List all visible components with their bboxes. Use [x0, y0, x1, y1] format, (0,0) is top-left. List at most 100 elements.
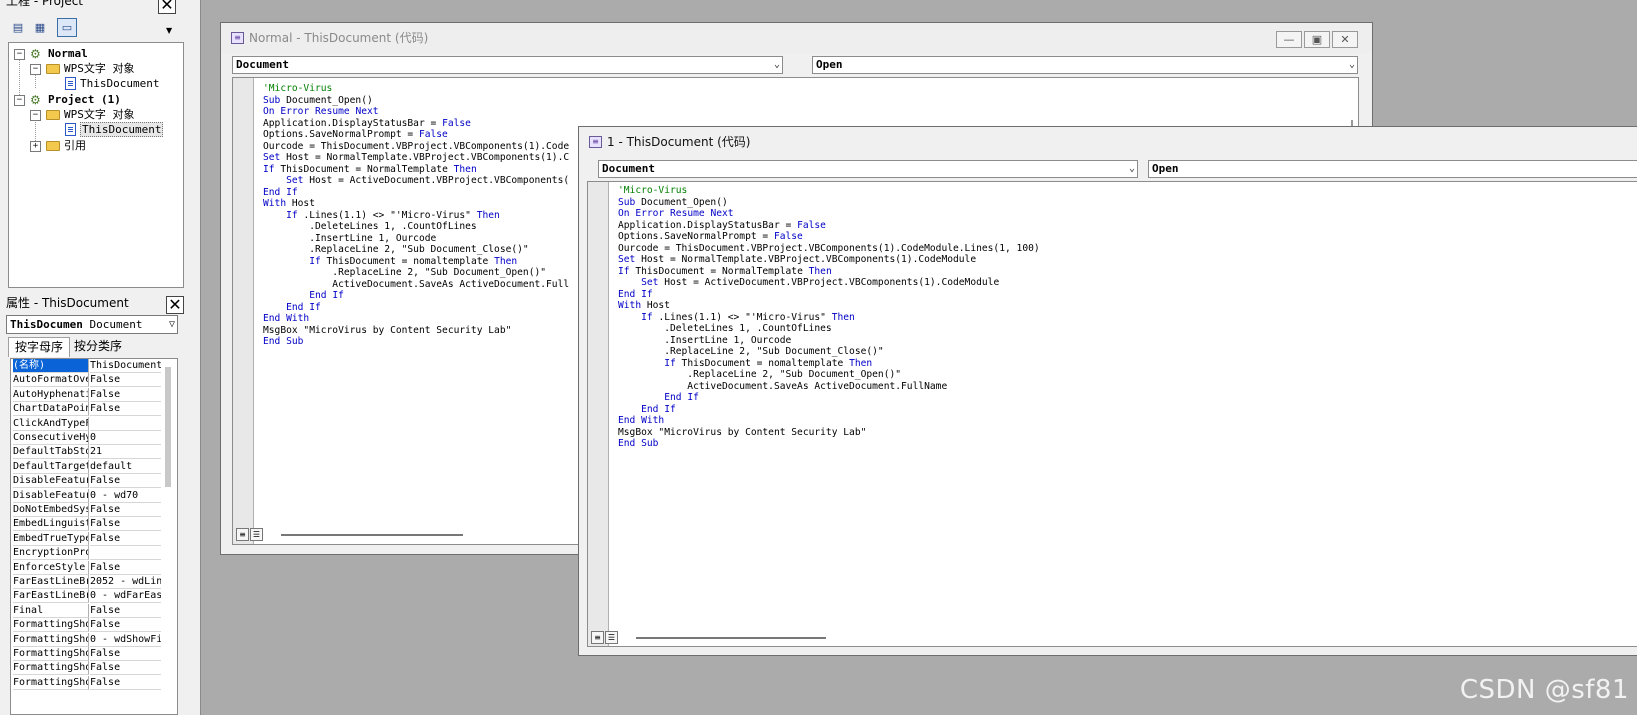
property-value[interactable]: False	[90, 604, 161, 618]
property-value[interactable]: False	[90, 517, 161, 532]
property-name: EmbedLinguisti	[13, 517, 89, 532]
property-value[interactable]: False	[90, 474, 161, 489]
property-row[interactable]: FormattingShowF0 - wdShowFilte	[11, 632, 161, 647]
property-value[interactable]	[90, 546, 161, 561]
property-row[interactable]: FarEastLineBreak2052 - wdLineBr	[11, 575, 161, 589]
property-value[interactable]: 2052 - wdLineBr	[90, 575, 161, 589]
procedure-dropdown[interactable]: Open ⌄	[812, 56, 1358, 74]
folder-icon	[46, 109, 60, 120]
tab-categorized[interactable]: 按分类序	[68, 337, 128, 356]
property-name: FarEastLineBrea	[13, 589, 89, 604]
view-code-button[interactable]: ▤	[8, 18, 28, 37]
watermark-text: CSDN @sf81	[1459, 675, 1629, 705]
collapse-icon[interactable]: −	[14, 95, 25, 106]
property-row[interactable]: DefaultTargetF default	[11, 459, 161, 474]
property-row[interactable]: AutoFormatOverrFalse	[11, 373, 161, 388]
folder-icon	[46, 63, 60, 74]
window-title-project[interactable]: ≡ 1 - ThisDocument (代码)	[579, 127, 1637, 157]
property-row[interactable]: DoNotEmbedSysteFalse	[11, 503, 161, 517]
property-value[interactable]: False	[90, 532, 161, 546]
property-row[interactable]: FormattingShowNFalse	[11, 647, 161, 661]
property-row[interactable]: EncryptionProv	[11, 546, 161, 561]
project-pane-close-button[interactable]: ✕	[158, 0, 176, 14]
minimize-button[interactable]: —	[1276, 31, 1302, 48]
property-name: FormattingShowP	[13, 661, 89, 676]
pane-dropdown-icon[interactable]: ▼	[166, 26, 172, 35]
full-module-view-icon[interactable]: ☰	[250, 528, 263, 541]
property-row[interactable]: EnforceStyle False	[11, 560, 161, 575]
property-row[interactable]: EmbedTrueTypeF False	[11, 531, 161, 546]
property-row[interactable]: FormattingShow False	[11, 618, 161, 633]
property-value[interactable]: False	[90, 618, 161, 633]
property-value[interactable]: False	[90, 402, 161, 417]
property-value[interactable]: False	[90, 661, 161, 676]
code-text[interactable]: 'Micro-Virus Sub Document_Open() On Erro…	[263, 83, 569, 348]
property-row[interactable]: ConsecutiveHyph0	[11, 431, 161, 445]
property-row[interactable]: ChartDataPointTFalse	[11, 402, 161, 417]
toggle-folders-button[interactable]: ▭	[57, 18, 77, 37]
property-name: DoNotEmbedSyste	[13, 503, 89, 517]
pane-splitter[interactable]	[193, 0, 201, 715]
project-pane-title: 工程 - Project	[6, 0, 84, 8]
property-value[interactable]: default	[90, 460, 161, 474]
project-icon: ⚙	[30, 92, 41, 107]
procedure-view-icon[interactable]: ≡	[236, 528, 249, 541]
property-value[interactable]: False	[90, 388, 161, 402]
property-name: FormattingShowN	[13, 647, 89, 661]
property-value[interactable]: 0 - wd70	[90, 489, 161, 503]
property-row[interactable]: ClickAndTypeF	[11, 416, 161, 431]
code-window-icon: ≡	[231, 32, 244, 44]
property-value[interactable]: False	[90, 647, 161, 661]
property-row[interactable]: FormattingShowUFalse	[11, 675, 161, 690]
property-name: ConsecutiveHyph	[13, 431, 89, 445]
property-value[interactable]: 0	[90, 431, 161, 445]
collapse-icon[interactable]: −	[30, 64, 41, 75]
property-value[interactable]	[90, 417, 161, 431]
full-module-view-icon[interactable]: ☰	[605, 631, 618, 644]
expand-icon[interactable]: +	[30, 141, 41, 152]
chevron-down-icon: ⌄	[1348, 59, 1355, 70]
code-text[interactable]: 'Micro-Virus Sub Document_Open() On Erro…	[618, 185, 1040, 450]
property-value[interactable]: False	[90, 561, 161, 575]
view-object-button[interactable]: ▦	[30, 18, 50, 37]
tree-item-thisdocument-project[interactable]: ThisDocument	[65, 122, 164, 137]
collapse-icon[interactable]: −	[14, 49, 25, 60]
code-editor-project[interactable]: 'Micro-Virus Sub Document_Open() On Erro…	[587, 181, 1637, 647]
tree-item-thisdocument-normal[interactable]: ThisDocument	[65, 76, 159, 91]
property-row[interactable]: FarEastLineBrea0 - wdFarEastLi	[11, 589, 161, 604]
procedure-dropdown[interactable]: Open	[1148, 160, 1637, 178]
property-value[interactable]: ThisDocument	[90, 359, 161, 373]
procedure-view-icon[interactable]: ≡	[591, 631, 604, 644]
object-dropdown[interactable]: Document ⌄	[232, 56, 783, 74]
window-title-normal[interactable]: ≡ Normal - ThisDocument (代码)	[221, 23, 1372, 53]
property-value[interactable]: 0 - wdShowFilte	[90, 633, 161, 647]
horizontal-scrollbar-thumb[interactable]	[281, 534, 463, 536]
props-scrollbar-thumb[interactable]	[165, 367, 171, 487]
property-value[interactable]: False	[90, 676, 161, 690]
property-value[interactable]: 21	[90, 445, 161, 460]
horizontal-scrollbar-thumb[interactable]	[636, 637, 826, 639]
collapse-icon[interactable]: −	[30, 110, 41, 121]
property-row[interactable]: FormattingShowPFalse	[11, 661, 161, 676]
object-dropdown[interactable]: Document ⌄	[598, 160, 1138, 178]
property-row[interactable]: DefaultTabStop 21	[11, 445, 161, 460]
document-icon	[65, 123, 76, 136]
property-row[interactable]: DisableFeatureI0 - wd70	[11, 488, 161, 503]
property-row[interactable]: EmbedLinguisti False	[11, 517, 161, 532]
property-value[interactable]: False	[90, 503, 161, 517]
props-pane-close-button[interactable]: ✕	[166, 296, 184, 314]
tab-alphabetic[interactable]: 按字母序	[8, 337, 71, 357]
project-tree: − ⚙ Normal − WPS文字 对象 ThisDocument − ⚙ Pro…	[8, 42, 184, 288]
property-value[interactable]: 0 - wdFarEastLi	[90, 589, 161, 604]
properties-grid: (名称)ThisDocumentAutoFormatOverrFalseAuto…	[10, 358, 178, 715]
object-select[interactable]: ThisDocumen Document ▽	[6, 315, 178, 334]
property-row[interactable]: AutoHyphenationFalse	[11, 387, 161, 402]
margin-indicator-bar	[588, 182, 609, 646]
property-value[interactable]: False	[90, 373, 161, 388]
restore-button[interactable]: ▣	[1304, 31, 1330, 48]
property-row[interactable]: Final False	[11, 603, 161, 618]
close-button[interactable]: ✕	[1332, 31, 1358, 48]
property-row[interactable]: DisableFeaturesFalse	[11, 474, 161, 489]
property-name: DefaultTabStop	[13, 445, 89, 460]
property-row[interactable]: (名称) ThisDocument	[11, 359, 161, 373]
